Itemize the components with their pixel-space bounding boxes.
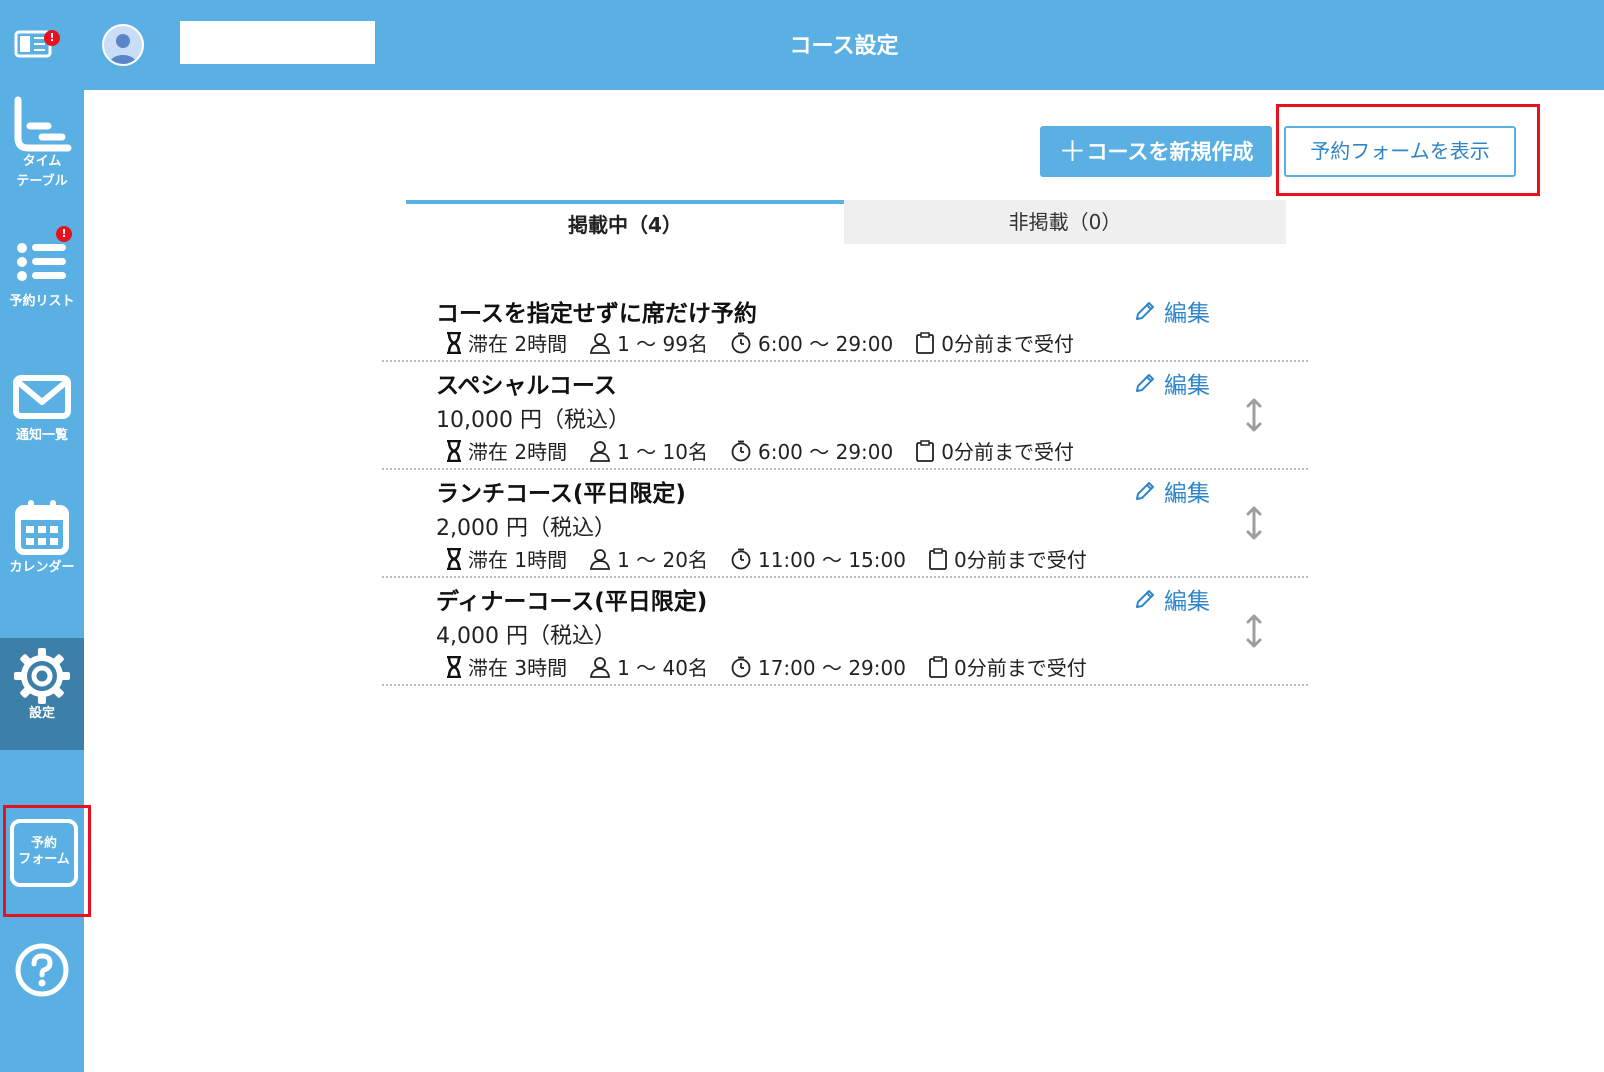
hourglass-icon bbox=[447, 547, 461, 570]
person-icon bbox=[590, 332, 611, 354]
sidebar-item-label: タイム bbox=[22, 154, 62, 169]
course-deadline: 0分前まで受付 bbox=[953, 548, 1087, 572]
store-name-field bbox=[180, 21, 375, 64]
edit-course-link[interactable]: 編集 bbox=[1134, 366, 1210, 400]
drag-handle-icon[interactable] bbox=[1244, 398, 1264, 432]
sidebar-item-label: 設定 bbox=[28, 706, 55, 721]
sidebar-item-label: 通知一覧 bbox=[15, 428, 68, 443]
list-icon bbox=[12, 234, 72, 294]
course-time: 17:00 〜 29:00 bbox=[757, 656, 906, 680]
timer-icon bbox=[731, 656, 751, 677]
course-meta: 滞在 3時間 1 〜 40名 17:00 〜 29:00 0分前まで受付 bbox=[446, 652, 1109, 681]
mail-icon bbox=[12, 372, 72, 432]
course-meta: 滞在 2時間 1 〜 99名 6:00 〜 29:00 0分前まで受付 bbox=[446, 328, 1096, 357]
help-icon[interactable] bbox=[14, 942, 70, 998]
course-row: スペシャルコース 編集 10,000 円（税込） 滞在 2時間 1 〜 10名 … bbox=[382, 362, 1308, 470]
reservation-form-button[interactable]: 予約 フォーム bbox=[10, 819, 78, 887]
hourglass-icon bbox=[447, 331, 461, 354]
course-name: スペシャルコース bbox=[436, 373, 617, 399]
course-meta: 滞在 2時間 1 〜 10名 6:00 〜 29:00 0分前まで受付 bbox=[446, 436, 1096, 465]
clipboard-icon bbox=[929, 655, 947, 678]
new-course-label: コースを新規作成 bbox=[1086, 140, 1254, 164]
app-root: ! コース設定 タイム テーブル ! 予約リスト 通知一覧 カレンダー 設定 予… bbox=[0, 0, 1604, 1072]
pencil-icon bbox=[1136, 302, 1154, 320]
course-price: 10,000 円（税込） bbox=[436, 408, 630, 433]
course-time: 6:00 〜 29:00 bbox=[757, 332, 894, 356]
timer-icon bbox=[731, 332, 751, 353]
course-row: ランチコース(平日限定) 編集 2,000 円（税込） 滞在 1時間 1 〜 2… bbox=[382, 470, 1308, 578]
plus-icon: ＋ bbox=[1058, 135, 1087, 168]
drag-handle-icon[interactable] bbox=[1244, 614, 1264, 648]
edit-course-link[interactable]: 編集 bbox=[1134, 582, 1210, 616]
sidebar: タイム テーブル ! 予約リスト 通知一覧 カレンダー 設定 予約 フォーム bbox=[0, 90, 91, 1072]
course-people: 1 〜 20名 bbox=[617, 548, 708, 572]
pencil-icon bbox=[1136, 482, 1154, 500]
course-deadline: 0分前まで受付 bbox=[941, 440, 1074, 464]
form-button-line1: 予約 bbox=[30, 836, 57, 851]
timer-icon bbox=[731, 548, 751, 569]
course-time: 6:00 〜 29:00 bbox=[757, 440, 894, 464]
person-icon bbox=[590, 440, 611, 462]
sidebar-item-label: 予約リスト bbox=[9, 294, 75, 309]
clipboard-icon bbox=[916, 331, 935, 354]
course-deadline: 0分前まで受付 bbox=[953, 656, 1087, 680]
person-icon bbox=[590, 656, 611, 678]
edit-label: 編集 bbox=[1164, 481, 1210, 507]
course-stay: 滞在 3時間 bbox=[468, 656, 568, 680]
clipboard-icon bbox=[916, 439, 935, 462]
sidebar-item-calendar[interactable]: カレンダー bbox=[0, 486, 84, 616]
tab-unpublished[interactable]: 非掲載（0） bbox=[844, 200, 1286, 244]
sidebar-item-label: テーブル bbox=[16, 174, 68, 189]
course-people: 1 〜 99名 bbox=[617, 332, 708, 356]
sidebar-item-reservation-list[interactable]: ! 予約リスト bbox=[0, 222, 84, 352]
person-icon bbox=[590, 548, 611, 570]
course-stay: 滞在 1時間 bbox=[468, 548, 568, 572]
gear-icon bbox=[12, 646, 72, 706]
sidebar-item-notifications[interactable]: 通知一覧 bbox=[0, 354, 84, 484]
notification-badge: ! bbox=[44, 30, 60, 46]
edit-course-link[interactable]: 編集 bbox=[1134, 474, 1210, 508]
timer-icon bbox=[731, 440, 751, 461]
calendar-icon bbox=[12, 498, 72, 558]
edit-label: 編集 bbox=[1164, 373, 1210, 399]
course-stay: 滞在 2時間 bbox=[468, 440, 568, 464]
course-name: ディナーコース(平日限定) bbox=[436, 589, 708, 615]
course-name: コースを指定せずに席だけ予約 bbox=[436, 301, 757, 327]
course-meta: 滞在 1時間 1 〜 20名 11:00 〜 15:00 0分前まで受付 bbox=[446, 544, 1109, 573]
edit-label: 編集 bbox=[1164, 589, 1210, 615]
show-form-button[interactable]: 予約フォームを表示 bbox=[1284, 126, 1516, 177]
form-button-line2: フォーム bbox=[18, 852, 70, 867]
course-row: ディナーコース(平日限定) 編集 4,000 円（税込） 滞在 3時間 1 〜 … bbox=[382, 578, 1308, 686]
edit-course-link[interactable]: 編集 bbox=[1134, 294, 1210, 328]
drag-handle-icon[interactable] bbox=[1244, 506, 1264, 540]
reservation-list-badge: ! bbox=[56, 226, 72, 242]
pencil-icon bbox=[1136, 590, 1154, 608]
course-price: 2,000 円（税込） bbox=[436, 516, 616, 541]
clipboard-icon bbox=[929, 547, 947, 570]
tab-published[interactable]: 掲載中（4） bbox=[406, 200, 844, 244]
timetable-icon bbox=[12, 96, 72, 156]
course-price: 4,000 円（税込） bbox=[436, 624, 616, 649]
edit-label: 編集 bbox=[1164, 301, 1210, 327]
hourglass-icon bbox=[447, 655, 461, 678]
new-course-button[interactable]: ＋コースを新規作成 bbox=[1040, 126, 1272, 177]
course-name: ランチコース(平日限定) bbox=[436, 481, 686, 507]
sidebar-item-label: カレンダー bbox=[9, 560, 75, 575]
pencil-icon bbox=[1136, 374, 1154, 392]
hourglass-icon bbox=[447, 439, 461, 462]
course-people: 1 〜 40名 bbox=[617, 656, 708, 680]
course-time: 11:00 〜 15:00 bbox=[757, 548, 906, 572]
user-avatar[interactable] bbox=[102, 24, 144, 66]
course-deadline: 0分前まで受付 bbox=[941, 332, 1074, 356]
course-stay: 滞在 2時間 bbox=[468, 332, 568, 356]
top-header: ! コース設定 bbox=[0, 0, 1604, 90]
sidebar-item-timetable[interactable]: タイム テーブル bbox=[0, 90, 84, 220]
course-tabs: 掲載中（4） 非掲載（0） bbox=[406, 200, 1286, 244]
course-people: 1 〜 10名 bbox=[617, 440, 708, 464]
sidebar-item-settings[interactable]: 設定 bbox=[0, 638, 84, 750]
course-row: コースを指定せずに席だけ予約 編集 滞在 2時間 1 〜 99名 6:00 〜 … bbox=[382, 282, 1308, 362]
